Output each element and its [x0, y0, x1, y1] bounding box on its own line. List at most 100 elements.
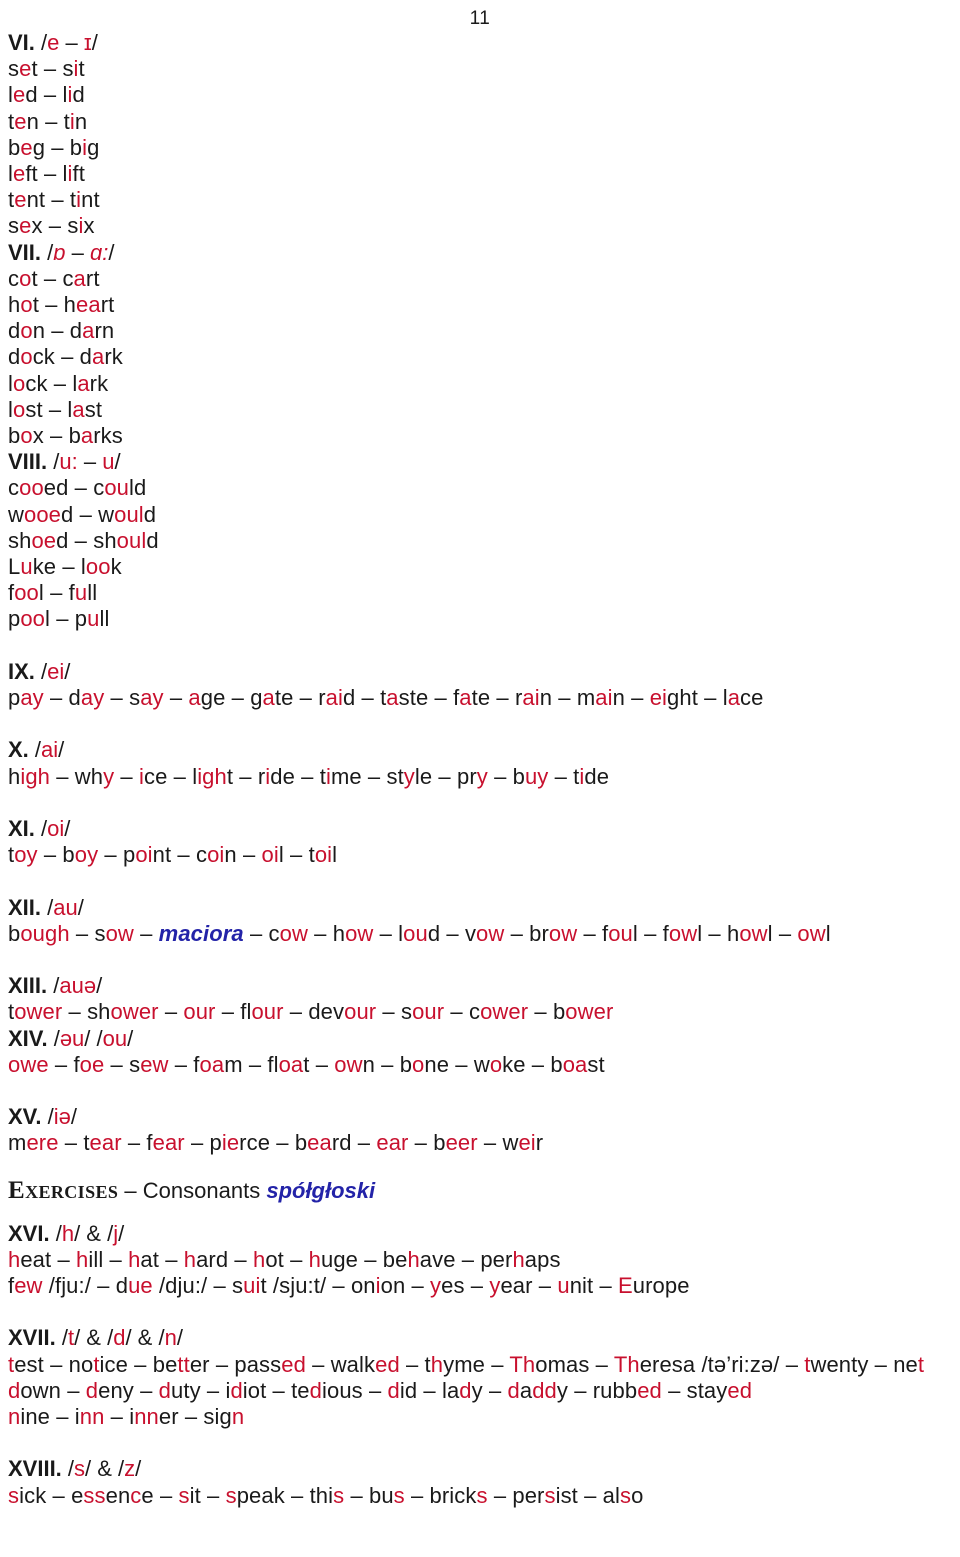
- word: sex: [8, 213, 43, 238]
- highlight-letters: ower: [565, 999, 614, 1025]
- word-suffix-2: e: [141, 1482, 154, 1508]
- word-prefix: ne: [893, 1351, 918, 1377]
- word-prefix: fl: [267, 1051, 279, 1077]
- word-suffix: rt: [85, 265, 100, 291]
- word-suffix: it: [189, 1482, 201, 1508]
- word-separator: –: [552, 685, 577, 711]
- word-separator: –: [104, 1404, 130, 1430]
- word-suffix: ard: [196, 1246, 229, 1272]
- word-suffix: er: [189, 1351, 210, 1377]
- word-suffix: me: [330, 763, 362, 789]
- highlight-letters: a: [80, 423, 94, 449]
- highlight-letters: ei: [649, 685, 668, 711]
- highlight-letters: o: [13, 370, 26, 396]
- word-separator: –: [484, 1351, 510, 1377]
- word-suffix: ine: [20, 1404, 51, 1430]
- highlight-letters: oi: [261, 842, 279, 868]
- word-suffix: x: [32, 423, 44, 449]
- word: hot: [253, 1247, 284, 1272]
- highlight-letters: s: [333, 1482, 345, 1508]
- ipa-close-slash: /: [77, 894, 84, 920]
- word-suffix: ill: [88, 1246, 104, 1272]
- highlight-letters: ower: [110, 999, 159, 1025]
- word-separator: –: [482, 1377, 508, 1403]
- word-prefix: s: [8, 56, 20, 82]
- highlight-letters: ai: [325, 685, 343, 711]
- highlight-letters: our: [344, 999, 377, 1025]
- highlight-letters: eer: [445, 1130, 478, 1156]
- exercises-title: Exercises: [8, 1176, 119, 1204]
- highlight-letters: d: [459, 1377, 472, 1403]
- word: left: [8, 161, 38, 186]
- word: essence: [71, 1483, 154, 1508]
- word-suffix: es: [441, 1273, 465, 1299]
- word: fear: [146, 1130, 184, 1155]
- word-suffix: yme: [443, 1351, 485, 1377]
- word: ten: [8, 109, 39, 134]
- word-separator: –: [242, 1051, 268, 1077]
- highlight-letters: e: [13, 82, 26, 108]
- word: shower: [87, 999, 159, 1024]
- highlight-letters: ow: [105, 920, 134, 946]
- highlight-letters: a: [73, 265, 86, 291]
- word: deny: [86, 1378, 134, 1403]
- highlight-letters: h: [183, 1246, 197, 1272]
- word: hill: [76, 1247, 103, 1272]
- word-separator: –: [455, 1246, 481, 1272]
- ipa-close-slash: /: [135, 1456, 142, 1482]
- minimal-pair-row: pool – pull: [8, 606, 952, 632]
- highlight-letters: E: [618, 1273, 633, 1299]
- word-suffix: n: [362, 1051, 375, 1077]
- word: Thomas: [509, 1352, 589, 1377]
- word: high: [8, 764, 50, 789]
- section-xiii-ipa: /auə/: [53, 973, 102, 998]
- word: weir: [502, 1130, 543, 1155]
- word-separator: –: [567, 1377, 593, 1403]
- section-ix-words: pay – day – say – age – gate – raid – ta…: [8, 685, 952, 711]
- highlight-letters: ou: [403, 920, 428, 946]
- word: bower: [553, 999, 613, 1024]
- highlight-letters: oo: [85, 554, 111, 580]
- section-xviii-roman: XVIII.: [8, 1456, 62, 1482]
- highlight-letters: ea: [307, 1130, 332, 1156]
- word-prefix: w: [473, 1051, 490, 1077]
- highlight-letters: s: [8, 1482, 20, 1508]
- word: yes: [430, 1273, 465, 1298]
- highlight-letters: a: [386, 685, 399, 711]
- section-ix-roman: IX.: [8, 658, 35, 684]
- section-xv-heading: XV. /iə/: [8, 1104, 952, 1130]
- highlight-letters: o: [20, 318, 33, 344]
- highlight-letters: e: [13, 161, 26, 187]
- word: raid: [318, 685, 355, 710]
- word: day: [69, 685, 105, 710]
- word-separator: –: [374, 1051, 400, 1077]
- word-suffix: a: [519, 1377, 533, 1403]
- highlight-letters: oul: [116, 527, 147, 553]
- word-suffix: ste: [398, 685, 429, 711]
- word-separator: –: [284, 1482, 310, 1508]
- word: vow: [465, 921, 504, 946]
- word-prefix: walk: [330, 1351, 376, 1377]
- pair-separator: –: [45, 318, 70, 344]
- highlight-letters: ew: [140, 1051, 169, 1077]
- section-viii: VIII. /u: – u/ cooed – could wooed – woul…: [8, 449, 952, 632]
- word-suffix: st: [84, 396, 103, 422]
- word-prefix: s: [232, 1273, 244, 1299]
- word: last: [67, 397, 102, 422]
- word: brow: [529, 921, 577, 946]
- word-separator: –: [50, 763, 75, 789]
- word: main: [577, 685, 625, 710]
- word-prefix: b: [512, 763, 525, 789]
- pair-separator: –: [43, 423, 69, 449]
- highlight-letters: a: [459, 685, 472, 711]
- word: lace: [723, 685, 764, 710]
- highlight-letters: a: [82, 318, 95, 344]
- section-xiii-heading: XIII. /auə/: [8, 973, 952, 999]
- section-xi-heading: XI. /oi/: [8, 816, 952, 842]
- word: beg: [8, 135, 45, 160]
- word-prefix: s: [129, 1051, 141, 1077]
- ipa-symbol-a: oi: [47, 816, 65, 842]
- section-vii-roman: VII.: [8, 239, 42, 265]
- word-separator: –: [121, 1130, 147, 1156]
